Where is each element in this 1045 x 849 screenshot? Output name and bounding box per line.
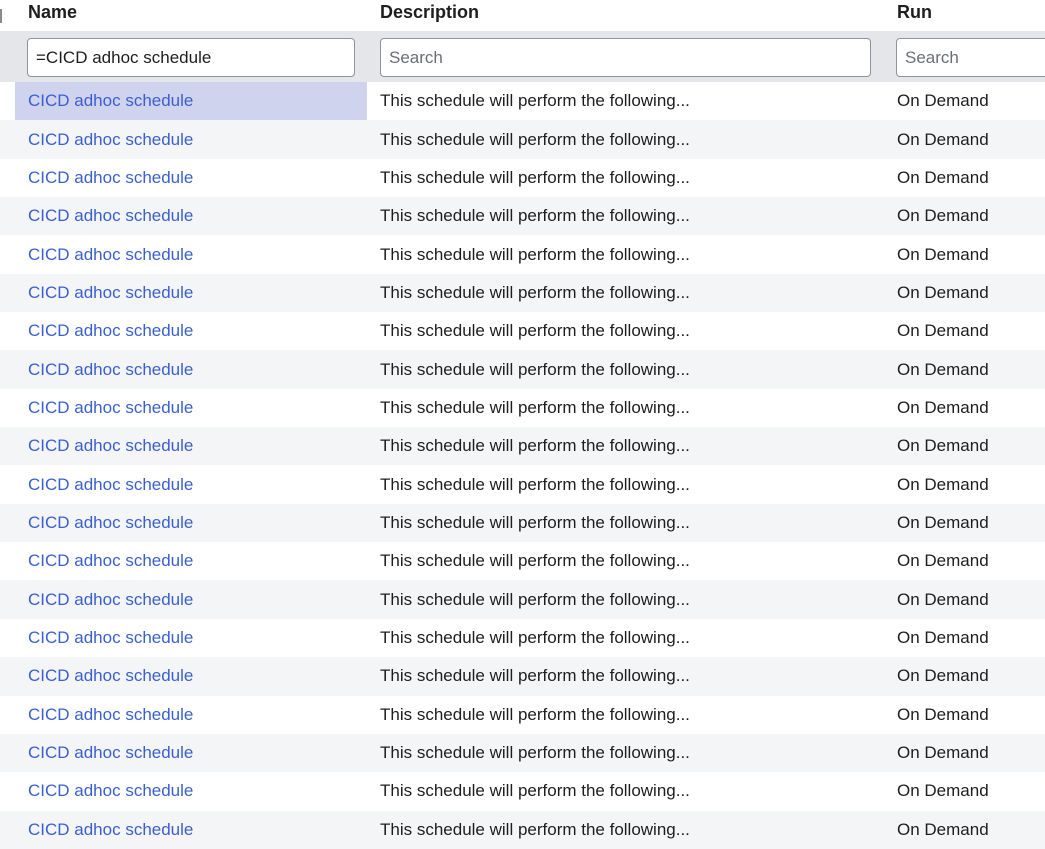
column-filter-row [0, 31, 1045, 82]
schedule-run: On Demand [897, 627, 989, 647]
column-header-description[interactable]: Description [380, 2, 479, 23]
schedule-run: On Demand [897, 91, 989, 111]
schedule-description: This schedule will perform the following… [380, 91, 690, 111]
schedule-run: On Demand [897, 244, 989, 264]
schedule-description: This schedule will perform the following… [380, 781, 690, 801]
schedule-run: On Demand [897, 167, 989, 187]
table-row[interactable]: CICD adhoc schedule This schedule will pe… [0, 82, 1045, 121]
schedule-name-link[interactable]: CICD adhoc schedule [28, 628, 193, 648]
schedule-name-link[interactable]: CICD adhoc schedule [28, 206, 193, 226]
table-row[interactable]: CICD adhoc schedule This schedule will pe… [0, 389, 1045, 427]
schedule-description: This schedule will perform the following… [380, 666, 690, 686]
schedule-description: This schedule will perform the following… [380, 589, 690, 609]
schedule-name-link[interactable]: CICD adhoc schedule [28, 321, 193, 341]
name-filter-input[interactable] [27, 38, 355, 77]
schedule-run: On Demand [897, 589, 989, 609]
schedule-run: On Demand [897, 359, 989, 379]
schedule-run: On Demand [897, 206, 989, 226]
table-row[interactable]: CICD adhoc schedule This schedule will pe… [0, 350, 1045, 389]
schedule-description: This schedule will perform the following… [380, 321, 690, 341]
schedule-description: This schedule will perform the following… [380, 436, 690, 456]
schedule-description: This schedule will perform the following… [380, 206, 690, 226]
schedules-list-table: Name Description Run CICD adhoc schedule… [0, 0, 1045, 849]
schedule-run: On Demand [897, 129, 989, 149]
table-row[interactable]: CICD adhoc schedule This schedule will pe… [0, 580, 1045, 619]
schedule-name-link[interactable]: CICD adhoc schedule [28, 513, 193, 533]
schedule-name-link[interactable]: CICD adhoc schedule [28, 91, 193, 111]
table-row[interactable]: CICD adhoc schedule This schedule will pe… [0, 772, 1045, 810]
schedule-name-link[interactable]: CICD adhoc schedule [28, 781, 193, 801]
schedule-name-link[interactable]: CICD adhoc schedule [28, 590, 193, 610]
schedule-name-link[interactable]: CICD adhoc schedule [28, 130, 193, 150]
schedule-name-link[interactable]: CICD adhoc schedule [28, 245, 193, 265]
table-row[interactable]: CICD adhoc schedule This schedule will pe… [0, 696, 1045, 734]
schedule-description: This schedule will perform the following… [380, 167, 690, 187]
table-row[interactable]: CICD adhoc schedule This schedule will pe… [0, 503, 1045, 543]
run-search-input[interactable] [896, 38, 1045, 77]
schedule-description: This schedule will perform the following… [380, 129, 690, 149]
table-row[interactable]: CICD adhoc schedule This schedule will pe… [0, 235, 1045, 273]
table-row[interactable]: CICD adhoc schedule This schedule will pe… [0, 159, 1045, 197]
schedule-description: This schedule will perform the following… [380, 551, 690, 571]
description-search-input[interactable] [380, 38, 871, 77]
table-row[interactable]: CICD adhoc schedule This schedule will pe… [0, 657, 1045, 696]
schedule-run: On Demand [897, 512, 989, 532]
schedule-run: On Demand [897, 397, 989, 417]
schedule-run: On Demand [897, 743, 989, 763]
schedule-description: This schedule will perform the following… [380, 512, 690, 532]
schedule-run: On Demand [897, 282, 989, 302]
schedule-name-link[interactable]: CICD adhoc schedule [28, 475, 193, 495]
table-body: CICD adhoc schedule This schedule will pe… [0, 82, 1045, 849]
schedule-description: This schedule will perform the following… [380, 397, 690, 417]
schedule-description: This schedule will perform the following… [380, 627, 690, 647]
schedule-name-link[interactable]: CICD adhoc schedule [28, 436, 193, 456]
schedule-description: This schedule will perform the following… [380, 359, 690, 379]
table-row[interactable]: CICD adhoc schedule This schedule will pe… [0, 273, 1045, 313]
schedule-name-link[interactable]: CICD adhoc schedule [28, 743, 193, 763]
schedule-description: This schedule will perform the following… [380, 474, 690, 494]
schedule-description: This schedule will perform the following… [380, 282, 690, 302]
table-row[interactable]: CICD adhoc schedule This schedule will pe… [0, 197, 1045, 236]
schedule-name-link[interactable]: CICD adhoc schedule [28, 398, 193, 418]
schedule-description: This schedule will perform the following… [380, 244, 690, 264]
schedule-run: On Demand [897, 551, 989, 571]
table-row[interactable]: CICD adhoc schedule This schedule will pe… [0, 733, 1045, 773]
schedule-run: On Demand [897, 781, 989, 801]
table-row[interactable]: CICD adhoc schedule This schedule will pe… [0, 542, 1045, 580]
schedule-name-link[interactable]: CICD adhoc schedule [28, 551, 193, 571]
schedule-run: On Demand [897, 321, 989, 341]
schedule-name-link[interactable]: CICD adhoc schedule [28, 168, 193, 188]
table-row[interactable]: CICD adhoc schedule This schedule will pe… [0, 312, 1045, 350]
table-row[interactable]: CICD adhoc schedule This schedule will pe… [0, 465, 1045, 503]
table-row[interactable]: CICD adhoc schedule This schedule will pe… [0, 427, 1045, 466]
row-selector-edge [0, 9, 2, 23]
schedule-run: On Demand [897, 474, 989, 494]
column-header-name[interactable]: Name [28, 2, 77, 23]
schedule-run: On Demand [897, 704, 989, 724]
schedule-name-link[interactable]: CICD adhoc schedule [28, 705, 193, 725]
table-row[interactable]: CICD adhoc schedule This schedule will pe… [0, 120, 1045, 159]
schedule-description: This schedule will perform the following… [380, 743, 690, 763]
schedule-name-link[interactable]: CICD adhoc schedule [28, 666, 193, 686]
column-header-run[interactable]: Run [897, 2, 932, 23]
schedule-run: On Demand [897, 436, 989, 456]
schedule-name-link[interactable]: CICD adhoc schedule [28, 283, 193, 303]
schedule-name-link[interactable]: CICD adhoc schedule [28, 360, 193, 380]
schedule-description: This schedule will perform the following… [380, 704, 690, 724]
table-header-row: Name Description Run [0, 0, 1045, 31]
table-row[interactable]: CICD adhoc schedule This schedule will pe… [0, 619, 1045, 657]
schedule-run: On Demand [897, 666, 989, 686]
